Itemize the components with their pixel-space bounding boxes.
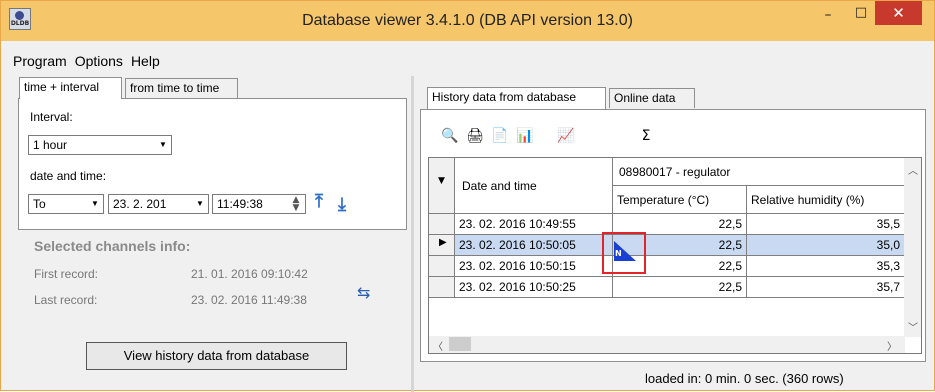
date-value: 23. 2. 201	[113, 197, 167, 211]
row-indicator[interactable]	[429, 214, 455, 235]
date-picker[interactable]: 23. 2. 201 ▼	[108, 194, 209, 214]
maximize-button[interactable]: □	[847, 5, 875, 29]
tab-online-data[interactable]: Online data	[609, 88, 695, 108]
horizontal-scroll-thumb[interactable]	[449, 337, 471, 351]
vertical-scrollbar[interactable]: ︿ ﹀	[904, 158, 921, 337]
time-value: 11:49:38	[217, 197, 263, 211]
refresh-icon[interactable]: ⇆	[357, 283, 370, 302]
time-spinner[interactable]: ▲ ▼	[289, 196, 303, 214]
channel-group-header: 08980017 - regulator	[613, 158, 905, 186]
status-text: loaded in: 0 min. 0 sec. (360 rows)	[645, 371, 844, 386]
interval-label: Interval:	[30, 110, 73, 124]
chevron-down-icon: ▼	[196, 199, 204, 208]
last-record-value: 23. 02. 2016 11:49:38	[191, 293, 307, 307]
scroll-up-icon[interactable]: ︿	[908, 162, 918, 177]
pdf-export-icon[interactable]: 📄	[491, 127, 509, 145]
row-indicator[interactable]: ▶	[429, 235, 455, 256]
date-time-label: date and time:	[30, 169, 107, 183]
cell-humidity: 35,0	[747, 235, 905, 256]
first-record-label: First record:	[34, 267, 99, 281]
statistics-icon[interactable]: Σ	[637, 127, 655, 145]
date-column-header[interactable]: Date and time	[455, 158, 613, 214]
grid-corner[interactable]: ▼	[429, 158, 455, 214]
menu-help[interactable]: Help	[131, 53, 160, 69]
cursor-marker-label: N	[615, 249, 622, 258]
jump-to-first-icon[interactable]: ⤒	[311, 192, 327, 214]
scroll-down-icon[interactable]: ﹀	[908, 319, 918, 334]
cell-date: 23. 02. 2016 10:50:05	[455, 235, 613, 256]
scroll-left-icon[interactable]: 〈	[433, 338, 443, 353]
cell-date: 23. 02. 2016 10:49:55	[455, 214, 613, 235]
chevron-down-icon: ▼	[159, 140, 167, 149]
tab-history-data[interactable]: History data from database	[427, 87, 606, 109]
jump-to-last-icon[interactable]: ⤓	[334, 195, 350, 217]
menu-options[interactable]: Options	[75, 53, 123, 69]
selected-channels-heading: Selected channels info:	[34, 238, 191, 254]
view-history-button[interactable]: View history data from database	[86, 342, 347, 370]
humidity-column-header[interactable]: Relative humidity (%)	[747, 186, 905, 214]
graph-icon[interactable]: 📈	[557, 127, 575, 145]
scroll-right-icon[interactable]: 〉	[887, 338, 897, 353]
interval-select[interactable]: 1 hour ▼	[28, 135, 172, 155]
horizontal-scrollbar[interactable]: 〈 〉	[429, 336, 905, 353]
temperature-column-header[interactable]: Temperature (°C)	[613, 186, 747, 214]
direction-select[interactable]: To ▼	[28, 194, 104, 214]
row-indicator[interactable]	[429, 277, 455, 298]
close-button[interactable]: ✕	[875, 1, 922, 25]
database-viewer-window: DLDB Database viewer 3.4.1.0 (DB API ver…	[0, 0, 935, 392]
menu-bar: Program Options Help	[13, 53, 168, 71]
direction-value: To	[33, 197, 46, 211]
chevron-down-icon: ▼	[91, 199, 99, 208]
cell-humidity: 35,5	[747, 214, 905, 235]
panel-splitter[interactable]	[411, 76, 414, 392]
title-bar: DLDB Database viewer 3.4.1.0 (DB API ver…	[1, 1, 934, 41]
cell-humidity: 35,3	[747, 256, 905, 277]
window-title: Database viewer 3.4.1.0 (DB API version …	[302, 12, 633, 29]
row-indicator[interactable]	[429, 256, 455, 277]
tab-time-interval[interactable]: time + interval	[19, 77, 122, 99]
cell-humidity: 35,7	[747, 277, 905, 298]
minimize-button[interactable]: –	[814, 7, 842, 31]
last-record-label: Last record:	[34, 293, 98, 307]
cell-temperature: 22,5	[613, 277, 747, 298]
csv-export-icon[interactable]: 📊	[516, 127, 534, 145]
cell-date: 23. 02. 2016 10:50:25	[455, 277, 613, 298]
print-icon[interactable]: 🖨	[466, 127, 484, 145]
preview-icon[interactable]: 🔍	[441, 127, 459, 145]
history-data-grid[interactable]: ▼ Date and time 08980017 - regulator Tem…	[428, 157, 922, 354]
interval-value: 1 hour	[33, 138, 68, 152]
menu-program[interactable]: Program	[13, 53, 67, 69]
cell-date: 23. 02. 2016 10:50:15	[455, 256, 613, 277]
first-record-value: 21. 01. 2016 09:10:42	[191, 267, 308, 281]
tab-from-time-to-time[interactable]: from time to time	[125, 78, 238, 98]
